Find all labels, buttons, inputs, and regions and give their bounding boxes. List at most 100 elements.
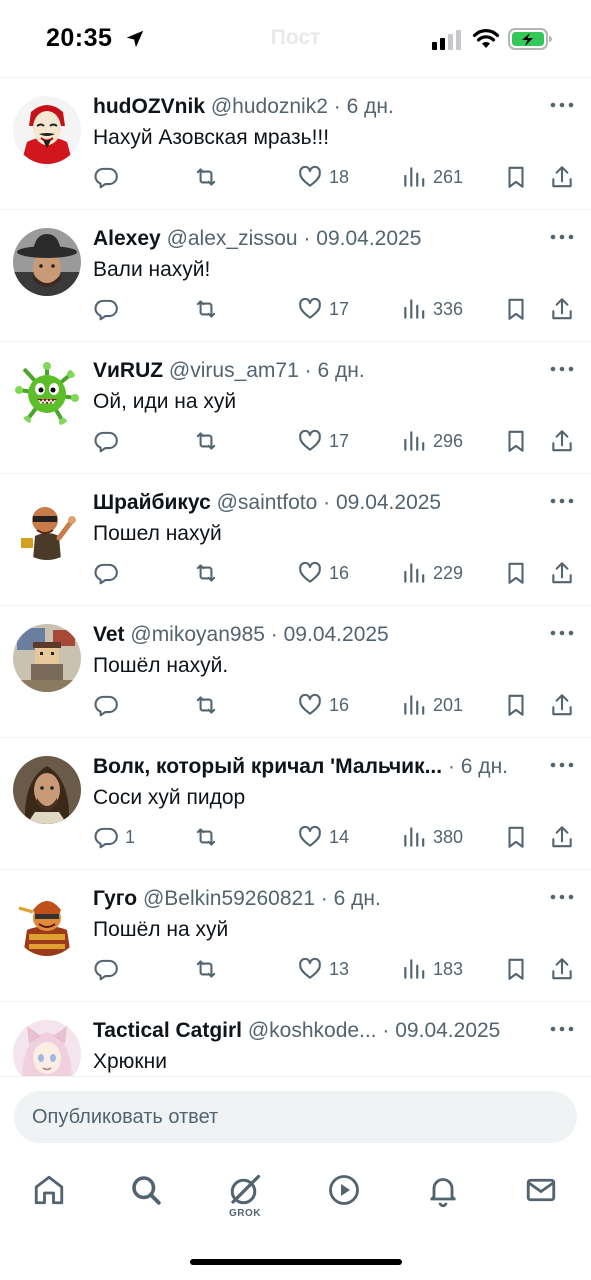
author-name[interactable]: Гуго [93,887,137,910]
share-button[interactable] [549,954,575,984]
reply-tweet[interactable]: hudOZVnik @hudoznik2 · 6 дн. Нахуй Азовс… [0,78,591,210]
author-handle[interactable]: @mikoyan985 [130,623,265,646]
tweet-date[interactable]: 6 дн. [317,359,364,382]
author-name[interactable]: hudOZVnik [93,95,205,118]
long-haired-man-avatar[interactable] [13,756,81,824]
author-handle[interactable]: @alex_zissou [167,227,298,250]
share-button[interactable] [549,558,575,588]
share-button[interactable] [549,294,575,324]
nav-grok[interactable]: GROK [215,1172,275,1232]
author-name[interactable]: Волк, который кричал 'Мальчик... [93,755,442,778]
views-button[interactable]: 183 [401,954,463,984]
green-virus-avatar[interactable] [13,360,81,428]
cartoon-character-avatar[interactable] [13,492,81,560]
share-button[interactable] [549,822,575,852]
like-button[interactable]: 16 [297,558,349,588]
share-button[interactable] [549,426,575,456]
more-options-icon[interactable] [550,232,574,242]
views-button[interactable]: 296 [401,426,463,456]
nav-search[interactable] [116,1172,176,1232]
repost-button[interactable] [193,294,219,324]
reply-tweet[interactable]: VиRUZ @virus_am71 · 6 дн. Ой, иди на хуй… [0,342,591,474]
like-button[interactable]: 17 [297,426,349,456]
author-handle[interactable]: @Belkin59260821 [143,887,315,910]
like-button[interactable]: 14 [297,822,349,852]
author-name[interactable]: VиRUZ [93,359,163,382]
views-button[interactable]: 336 [401,294,463,324]
views-button[interactable]: 380 [401,822,463,852]
bookmark-button[interactable] [503,558,529,588]
author-handle[interactable]: @koshkode... [248,1019,377,1042]
bookmark-button[interactable] [503,822,529,852]
author-name[interactable]: Tactical Catgirl [93,1019,242,1042]
more-options-icon[interactable] [550,364,574,374]
money-heist-mask-avatar[interactable] [13,96,81,164]
reply-button[interactable]: 1 [93,822,135,852]
like-button[interactable]: 18 [297,162,349,192]
reply-tweet[interactable]: Шрайбикус @saintfoto · 09.04.2025 Пошел … [0,474,591,606]
reply-tweet[interactable]: Tactical Catgirl @koshkode... · 09.04.20… [0,1002,591,1076]
more-options-icon[interactable] [550,892,574,902]
repost-button[interactable] [193,558,219,588]
tweet-date[interactable]: 09.04.2025 [395,1019,500,1042]
share-button[interactable] [549,690,575,720]
bookmark-button[interactable] [503,162,529,192]
reply-button[interactable] [93,690,125,720]
nav-notifications[interactable] [413,1172,473,1232]
more-options-icon[interactable] [550,760,574,770]
bookmark-button[interactable] [503,690,529,720]
heart-icon [299,693,321,715]
nav-video[interactable] [314,1172,374,1232]
share-button[interactable] [549,162,575,192]
reply-button[interactable] [93,426,125,456]
tweet-date[interactable]: 6 дн. [334,887,381,910]
repost-button[interactable] [193,426,219,456]
cartoon-warrior-avatar[interactable] [13,888,81,956]
reply-tweet[interactable]: Alexey @alex_zissou · 09.04.2025 Вали на… [0,210,591,342]
repost-button[interactable] [193,162,219,192]
reply-input[interactable] [14,1091,577,1143]
anime-catgirl-avatar[interactable] [13,1020,81,1076]
bookmark-button[interactable] [503,954,529,984]
author-handle[interactable]: @saintfoto [217,491,318,514]
more-options-icon[interactable] [550,1024,574,1034]
views-button[interactable]: 261 [401,162,463,192]
tweet-date[interactable]: 09.04.2025 [284,623,389,646]
author-name[interactable]: Шрайбикус [93,491,211,514]
reply-tweet[interactable]: Волк, который кричал 'Мальчик... · 6 дн.… [0,738,591,870]
author-handle[interactable]: @hudoznik2 [211,95,328,118]
views-button[interactable]: 201 [401,690,463,720]
tweet-date[interactable]: 6 дн. [347,95,394,118]
nav-home[interactable] [19,1172,79,1232]
bookmark-button[interactable] [503,426,529,456]
views-button[interactable]: 229 [401,558,463,588]
reply-feed[interactable]: hudOZVnik @hudoznik2 · 6 дн. Нахуй Азовс… [0,78,591,1076]
reply-tweet[interactable]: Vet @mikoyan985 · 09.04.2025 Пошёл нахуй… [0,606,591,738]
cowboy-hat-man-avatar[interactable] [13,228,81,296]
reply-tweet[interactable]: Гуго @Belkin59260821 · 6 дн. Пошёл на ху… [0,870,591,1002]
more-options-icon[interactable] [550,628,574,638]
nav-messages[interactable] [511,1172,571,1232]
reply-button[interactable] [93,558,125,588]
like-button[interactable]: 16 [297,690,349,720]
tweet-date[interactable]: 09.04.2025 [316,227,421,250]
repost-button[interactable] [193,954,219,984]
more-options-icon[interactable] [550,496,574,506]
pixel-art-avatar[interactable] [13,624,81,692]
repost-button[interactable] [193,690,219,720]
repost-button[interactable] [193,822,219,852]
heart-icon [299,825,321,847]
wifi-icon [472,29,500,48]
author-name[interactable]: Vet [93,623,125,646]
reply-button[interactable] [93,954,125,984]
author-handle[interactable]: @virus_am71 [169,359,299,382]
reply-button[interactable] [93,162,125,192]
author-name[interactable]: Alexey [93,227,161,250]
tweet-date[interactable]: 6 дн. [461,755,508,778]
like-button[interactable]: 17 [297,294,349,324]
bookmark-button[interactable] [503,294,529,324]
more-options-icon[interactable] [550,100,574,110]
tweet-date[interactable]: 09.04.2025 [336,491,441,514]
like-button[interactable]: 13 [297,954,349,984]
reply-button[interactable] [93,294,125,324]
